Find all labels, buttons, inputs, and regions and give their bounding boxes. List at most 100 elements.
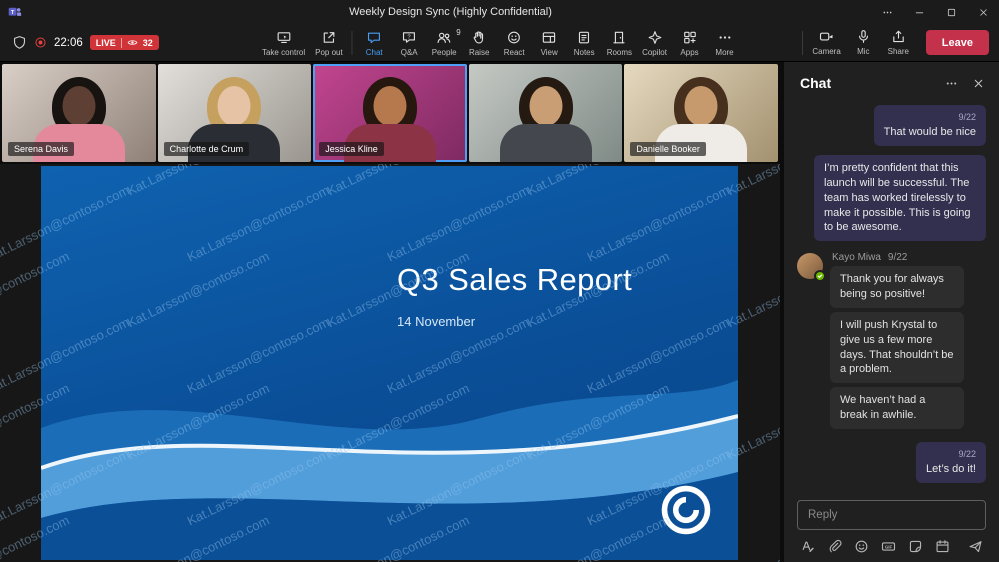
toolbar-camera-button[interactable]: Camera	[807, 24, 845, 62]
teams-logo-icon: T	[0, 5, 30, 19]
toolbar-notes-button[interactable]: Notes	[567, 24, 602, 62]
viewer-count: 32	[142, 37, 153, 48]
chat-header: Chat	[784, 62, 999, 97]
more-icon	[717, 30, 732, 45]
toolbar-button-label: Copilot	[642, 47, 667, 57]
schedule-icon[interactable]	[935, 539, 950, 554]
toolbar-take-control-button[interactable]: Take control	[257, 24, 310, 62]
avatar[interactable]	[797, 253, 826, 283]
teams-meeting-window: T Weekly Design Sync (Highly Confidentia…	[0, 0, 999, 562]
people-count-badge: 9	[456, 28, 461, 37]
meeting-content: Serena Davis Charlotte de Crum Jessica Kli…	[0, 62, 999, 562]
toolbar-mic-button[interactable]: Mic	[846, 24, 881, 62]
reply-box[interactable]	[797, 500, 986, 530]
presentation-stage: Q3 Sales Report 14 November Kat.Larsson@…	[0, 164, 780, 562]
participant-face	[529, 86, 563, 126]
sticker-icon[interactable]	[908, 539, 923, 554]
reply-input[interactable]	[808, 509, 975, 521]
emoji-icon[interactable]	[854, 539, 869, 554]
author-name: Kayo Miwa	[832, 252, 881, 264]
gif-icon[interactable]: GIF	[881, 539, 896, 554]
toolbar-button-label: Share	[887, 47, 909, 56]
slide-wave-graphics	[41, 380, 738, 560]
svg-text:?: ?	[408, 34, 412, 40]
toolbar-button-label: More	[715, 47, 734, 57]
chat-icon	[367, 30, 382, 45]
toolbar-raise-button[interactable]: Raise	[462, 24, 497, 62]
toolbar-rooms-button[interactable]: Rooms	[602, 24, 637, 62]
video-tile[interactable]	[468, 64, 623, 162]
message-timestamp: 9/22	[958, 112, 976, 122]
chat-message-self: 9/22 Let’s do it!	[916, 441, 986, 483]
composer-icon-row: GIF	[797, 539, 986, 554]
badge-divider	[120, 37, 122, 48]
toolbar-button-label: People	[431, 47, 457, 57]
chat-message-other: Thank you for always being so positive!	[830, 266, 964, 308]
recording-indicator-icon	[34, 36, 47, 49]
share-icon	[891, 29, 906, 44]
slide-subtitle: 14 November	[397, 314, 476, 329]
participant-name: Jessica Kline	[319, 142, 384, 156]
chat-message-group: Kayo Miwa 9/22 Thank you for always being …	[797, 250, 986, 433]
video-tile[interactable]: Charlotte de Crum	[157, 64, 312, 162]
video-tile[interactable]: Danielle Booker	[624, 64, 778, 162]
take-control-icon	[276, 30, 291, 45]
toolbar-right-cluster: Camera Mic Share Leave	[798, 24, 999, 62]
chat-composer: GIF	[784, 494, 999, 562]
meeting-title: Weekly Design Sync (Highly Confidential)	[349, 6, 552, 18]
viewers-eye-icon	[127, 37, 138, 48]
window-controls	[871, 0, 999, 24]
toolbar-pop-out-button[interactable]: Pop out	[310, 24, 348, 62]
raise-icon	[472, 30, 487, 45]
toolbar-chat-button[interactable]: Chat	[357, 24, 392, 62]
people-icon	[437, 30, 452, 45]
rooms-icon	[612, 30, 627, 45]
window-maximize-icon[interactable]	[935, 0, 967, 24]
chat-more-icon[interactable]	[945, 77, 958, 90]
toolbar-more-button[interactable]: More	[707, 24, 742, 62]
chat-message-self: I’m pretty confident that this launch wi…	[814, 154, 986, 242]
meeting-timer: 22:06	[54, 36, 83, 49]
message-author-line: Kayo Miwa 9/22	[832, 252, 907, 263]
window-close-icon[interactable]	[967, 0, 999, 24]
toolbar-copilot-button[interactable]: Copilot	[637, 24, 672, 62]
toolbar-button-label: Apps	[680, 47, 699, 57]
video-tile[interactable]: Serena Davis	[2, 64, 156, 162]
toolbar-people-button[interactable]: 9 People	[427, 24, 462, 62]
video-tile[interactable]: Jessica Kline	[313, 64, 467, 162]
qa-icon: ?	[402, 30, 417, 45]
window-minimize-icon[interactable]	[903, 0, 935, 24]
window-more-icon[interactable]	[871, 0, 903, 24]
notes-icon	[577, 30, 592, 45]
toolbar-button-label: Chat	[365, 47, 383, 57]
toolbar-button-label: React	[503, 47, 525, 57]
toolbar-button-label: Rooms	[606, 47, 633, 57]
slide-logo-icon	[658, 482, 714, 538]
chat-message-list: 9/22 That would be nice I’m pretty confide…	[784, 97, 999, 494]
format-icon[interactable]	[800, 539, 815, 554]
toolbar-qa-button[interactable]: ? Q&A	[392, 24, 427, 62]
chat-panel-title: Chat	[800, 75, 832, 91]
view-icon	[542, 30, 557, 45]
meeting-toolbar: 22:06 LIVE 32 Take control Pop out Chat? Q&…	[0, 24, 999, 62]
participant-face	[684, 86, 718, 126]
attach-icon[interactable]	[827, 539, 842, 554]
message-text: We haven’t had a break in awhile.	[840, 394, 926, 422]
toolbar-react-button[interactable]: React	[497, 24, 532, 62]
toolbar-button-label: Notes	[573, 47, 595, 57]
participant-name: Danielle Booker	[630, 142, 706, 156]
participant-face	[217, 86, 251, 126]
message-text: Let’s do it!	[926, 463, 976, 476]
toolbar-center-buttons: Take control Pop out Chat ? Q&A 9 People Raise R…	[257, 24, 742, 62]
send-icon[interactable]	[968, 539, 983, 554]
camera-icon	[819, 29, 834, 44]
toolbar-share-button[interactable]: Share	[881, 24, 916, 62]
leave-button[interactable]: Leave	[925, 30, 989, 55]
react-icon	[507, 30, 522, 45]
toolbar-view-button[interactable]: View	[532, 24, 567, 62]
device-buttons: Camera Mic Share	[807, 24, 915, 62]
toolbar-button-label: Mic	[857, 47, 870, 56]
mic-icon	[856, 29, 871, 44]
toolbar-apps-button[interactable]: Apps	[672, 24, 707, 62]
chat-close-icon[interactable]	[972, 77, 985, 90]
